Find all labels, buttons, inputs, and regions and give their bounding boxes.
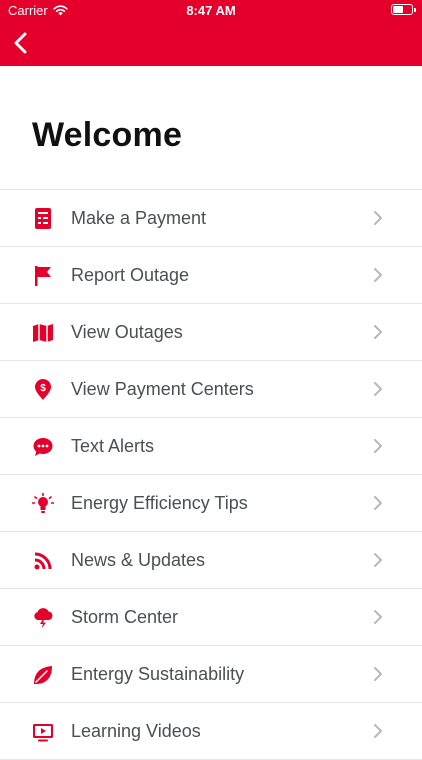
chevron-right-icon [374, 610, 382, 624]
chevron-left-icon [14, 32, 27, 54]
dollar-pin-icon: $ [32, 379, 54, 401]
chevron-right-icon [374, 325, 382, 339]
chat-bubble-icon [32, 436, 54, 458]
top-bar: Carrier 8:47 AM [0, 0, 422, 66]
menu-item-make-payment[interactable]: Make a Payment [0, 190, 422, 247]
chevron-right-icon [374, 439, 382, 453]
back-button[interactable] [10, 28, 34, 58]
menu-item-label: News & Updates [71, 550, 206, 570]
lightbulb-icon [32, 493, 54, 515]
chevron-right-icon [374, 268, 382, 282]
menu-item-label: Energy Efficiency Tips [71, 493, 248, 513]
battery-level [393, 6, 403, 13]
page-title: Welcome [32, 116, 183, 154]
menu-item-learning-videos[interactable]: Learning Videos [0, 703, 422, 760]
menu-item-label: Report Outage [71, 265, 190, 285]
chevron-right-icon [374, 382, 382, 396]
menu-item-view-payment-centers[interactable]: $ View Payment Centers [0, 361, 422, 418]
menu-item-label: View Payment Centers [71, 379, 254, 399]
menu-item-label: Entergy Sustainability [71, 664, 245, 684]
menu-item-report-outage[interactable]: Report Outage [0, 247, 422, 304]
leaf-icon [32, 664, 54, 686]
menu-list: Make a Payment Report Outage View Outage… [0, 189, 422, 760]
menu-item-label: Learning Videos [71, 721, 201, 741]
storm-cloud-icon [32, 607, 54, 629]
payment-icon [32, 208, 54, 230]
menu-item-entergy-sustainability[interactable]: Entergy Sustainability [0, 646, 422, 703]
menu-item-news-updates[interactable]: News & Updates [0, 532, 422, 589]
map-icon [32, 322, 54, 344]
chevron-right-icon [374, 553, 382, 567]
chevron-right-icon [374, 211, 382, 225]
video-icon [32, 721, 54, 743]
flag-icon [32, 265, 54, 287]
menu-item-text-alerts[interactable]: Text Alerts [0, 418, 422, 475]
menu-item-label: Make a Payment [71, 208, 207, 228]
battery-icon [391, 4, 416, 15]
chevron-right-icon [374, 667, 382, 681]
chevron-right-icon [374, 724, 382, 738]
menu-item-storm-center[interactable]: Storm Center [0, 589, 422, 646]
rss-icon [32, 550, 54, 572]
menu-item-view-outages[interactable]: View Outages [0, 304, 422, 361]
status-time: 8:47 AM [186, 3, 236, 18]
svg-text:$: $ [40, 383, 46, 394]
menu-item-label: Text Alerts [71, 436, 155, 456]
menu-item-energy-efficiency-tips[interactable]: Energy Efficiency Tips [0, 475, 422, 532]
chevron-right-icon [374, 496, 382, 510]
menu-item-label: Storm Center [71, 607, 179, 627]
menu-item-label: View Outages [71, 322, 183, 342]
